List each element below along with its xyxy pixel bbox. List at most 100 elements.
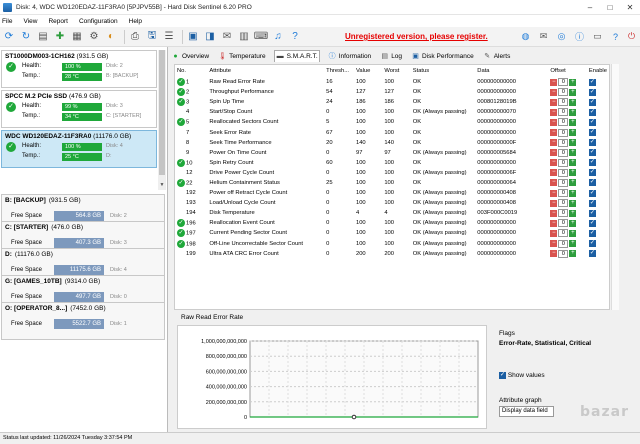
volume-card[interactable]: O: [OPERATOR_8...] (7452.0 GB) Free Space… [1,302,165,340]
table-row[interactable]: 7 Seek Error Rate 67 100 100 OK 000000000000 −0… [175,127,609,137]
save-icon[interactable]: 🖫 [145,30,159,44]
plus-icon[interactable]: + [569,78,577,86]
plus-icon[interactable]: + [569,139,577,147]
table-row[interactable]: ✓ 1 Raw Read Error Rate 16 100 100 OK 000000000… [175,77,609,87]
menu-help[interactable]: Help [129,18,142,25]
about-icon[interactable]: ? [609,30,622,43]
enable-checkbox[interactable]: ✓ [588,169,596,177]
enable-checkbox[interactable]: ✓ [588,240,596,248]
minus-icon[interactable]: − [550,229,558,237]
enable-checkbox[interactable]: ✓ [588,179,596,187]
help-icon[interactable]: ? [288,30,302,44]
scroll-down-icon[interactable]: ▼ [158,182,166,190]
enable-checkbox[interactable]: ✓ [588,118,596,126]
exit-icon[interactable]: ⏻ [625,30,638,43]
offset-value[interactable]: 0 [558,178,569,187]
offset-stepper[interactable]: −0 + [550,88,577,97]
table-row[interactable]: 194 Disk Temperature 0 4 4 OK (Always passing… [175,208,609,218]
minus-icon[interactable]: − [550,169,558,177]
enable-checkbox[interactable]: ✓ [588,159,596,167]
keyboard-icon[interactable]: ⌨ [254,30,268,44]
table-row[interactable]: 12 Drive Power Cycle Count 0 100 100 OK (Alwa… [175,168,609,178]
minus-icon[interactable]: − [550,179,558,187]
tab-overview[interactable]: ● Overview [170,51,210,62]
minus-icon[interactable]: − [550,129,558,137]
info-icon[interactable]: ⓘ [573,30,586,43]
disk-card[interactable]: ST1000DM003-1CH162 (931.5 GB) ✓ Health: 10… [1,50,157,88]
offset-value[interactable]: 0 [558,108,569,117]
plus-icon[interactable]: + [569,118,577,126]
plus-icon[interactable]: + [569,159,577,167]
smart-table-scrollbar[interactable] [611,64,619,310]
menu-view[interactable]: View [23,18,37,25]
table-row[interactable]: ✓ 22 Helium Containment Status 25 100 100 OK 00… [175,178,609,188]
plus-icon[interactable]: + [569,240,577,248]
table-row[interactable]: ✓ 198 Off-Line Uncorrectable Sector Count 0… [175,239,609,249]
enable-checkbox[interactable]: ✓ [588,78,596,86]
data-point[interactable] [351,414,357,420]
offset-stepper[interactable]: −0 + [550,178,577,187]
minus-icon[interactable]: − [550,149,558,157]
table-row[interactable]: 9 Power On Time Count 0 97 97 OK (Always pass… [175,148,609,158]
offset-value[interactable]: 0 [558,239,569,248]
enable-checkbox[interactable]: ✓ [588,209,596,217]
minus-icon[interactable]: − [550,98,558,106]
minus-icon[interactable]: − [550,88,558,96]
plus-icon[interactable]: + [569,229,577,237]
disk-list-scrollbar[interactable]: ▼ [158,50,166,190]
offset-value[interactable]: 0 [558,78,569,87]
offset-value[interactable]: 0 [558,138,569,147]
column-header[interactable]: Status [411,65,476,77]
offset-stepper[interactable]: −0 + [550,98,577,107]
offset-stepper[interactable]: −0 + [550,128,577,137]
list-icon[interactable]: ▥ [237,30,251,44]
offset-value[interactable]: 0 [558,128,569,137]
table-row[interactable]: 8 Seek Time Performance 20 140 140 OK 00000000… [175,138,609,148]
column-header[interactable]: Worst [382,65,410,77]
table-row[interactable]: ✓ 10 Spin Retry Count 60 100 100 OK 00000000000… [175,158,609,168]
close-icon[interactable]: ✕ [620,3,640,12]
menu-configuration[interactable]: Configuration [79,18,118,25]
offset-value[interactable]: 0 [558,168,569,177]
table-row[interactable]: ✓ 197 Current Pending Sector Count 0 100 100 O… [175,228,609,238]
table-row[interactable]: 4 Start/Stop Count 0 100 100 OK (Always passi… [175,107,609,117]
email-icon[interactable]: ✉ [220,30,234,44]
minus-icon[interactable]: − [550,209,558,217]
table-row[interactable]: ✓ 2 Throughput Performance 54 127 127 OK 000000… [175,87,609,97]
refresh-icon[interactable]: ⟳ [2,30,16,44]
offset-value[interactable]: 0 [558,219,569,228]
tab-information[interactable]: ⓘ Information [327,51,373,62]
offset-value[interactable]: 0 [558,148,569,157]
table-row[interactable]: ✓ 5 Reallocated Sectors Count 5 100 100 OK 0000… [175,117,609,127]
table-row[interactable]: ✓ 196 Reallocation Event Count 0 100 100 OK (A… [175,218,609,228]
column-header[interactable]: Value [354,65,382,77]
offset-value[interactable]: 0 [558,229,569,238]
enable-checkbox[interactable]: ✓ [588,149,596,157]
plus-icon[interactable]: + [569,108,577,116]
offset-stepper[interactable]: −0 + [550,209,577,218]
enable-checkbox[interactable]: ✓ [588,189,596,197]
offset-stepper[interactable]: −0 + [550,189,577,198]
plus-icon[interactable]: + [569,209,577,217]
enable-checkbox[interactable]: ✓ [588,108,596,116]
report-icon[interactable]: ☰ [162,30,176,44]
enable-checkbox[interactable]: ✓ [588,98,596,106]
offset-value[interactable]: 0 [558,158,569,167]
offset-stepper[interactable]: −0 + [550,168,577,177]
maximize-icon[interactable]: □ [600,3,620,12]
offset-value[interactable]: 0 [558,199,569,208]
offset-stepper[interactable]: −0 + [550,118,577,127]
offset-stepper[interactable]: −0 + [550,148,577,157]
minus-icon[interactable]: − [550,199,558,207]
unregistered-link[interactable]: Unregistered version, please register. [345,32,488,41]
plus-icon[interactable]: + [569,88,577,96]
enable-checkbox[interactable]: ✓ [588,229,596,237]
offset-stepper[interactable]: −0 + [550,239,577,248]
plus-icon[interactable]: + [569,219,577,227]
minus-icon[interactable]: − [550,108,558,116]
surface-test-icon[interactable]: ▦ [70,30,84,44]
benchmark-icon[interactable]: ◐ [104,30,118,44]
tab-log[interactable]: ▤ Log [379,51,403,62]
minus-icon[interactable]: − [550,118,558,126]
column-header[interactable]: Data [475,65,548,77]
